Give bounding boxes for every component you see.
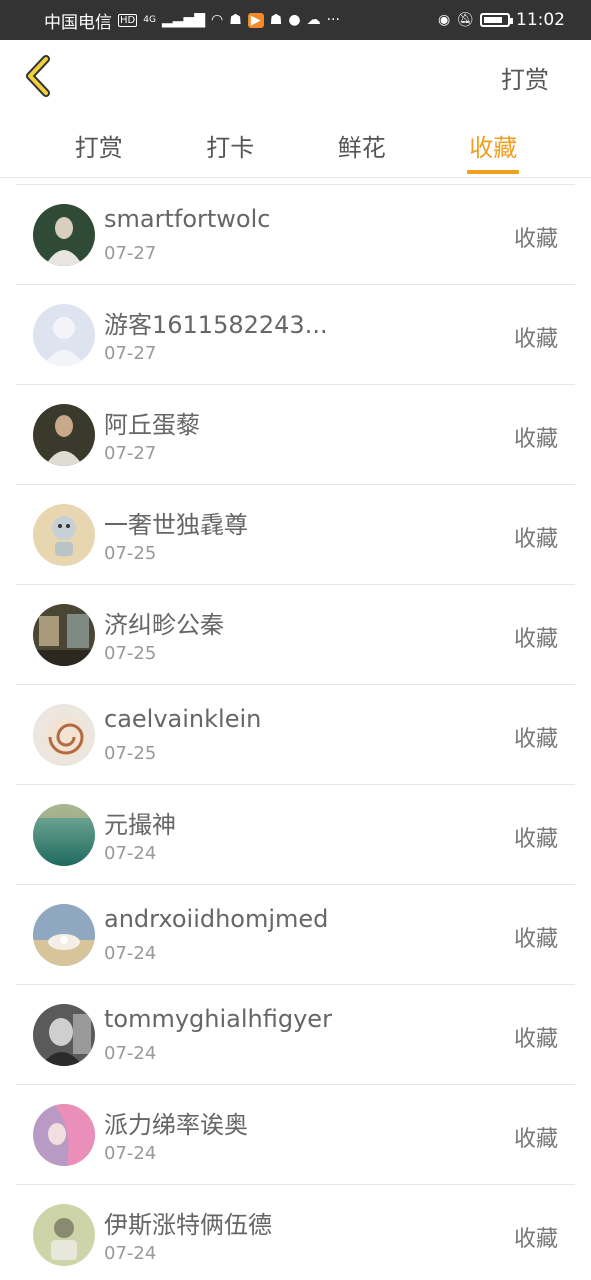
tab-reward[interactable]: 打赏 bbox=[33, 112, 165, 177]
favorite-label: 收藏 bbox=[513, 327, 558, 352]
favorite-label: 收藏 bbox=[513, 727, 558, 752]
date: 07-25 bbox=[104, 543, 157, 564]
signal-icon: ▂▃▅▇ bbox=[161, 12, 206, 28]
reward-header-button[interactable]: 打赏 bbox=[501, 60, 549, 95]
favorite-label: 收藏 bbox=[513, 427, 558, 452]
date: 07-27 bbox=[104, 343, 157, 364]
avatar bbox=[33, 604, 95, 666]
status-right: ◉ 🔕︎ 11:02 bbox=[438, 10, 565, 30]
avatar bbox=[33, 304, 95, 366]
date: 07-24 bbox=[104, 1243, 157, 1264]
tab-bar: 打赏 打卡 鲜花 收藏 bbox=[0, 112, 591, 178]
date: 07-25 bbox=[104, 643, 157, 664]
status-bar: 中国电信 HD 4G ▂▃▅▇ ◠ ☗ ▶ ☗ ● ☁ ··· ◉ 🔕︎ 11:… bbox=[0, 0, 591, 40]
user-name: 阿丘蛋藜 bbox=[104, 411, 200, 439]
date: 07-27 bbox=[104, 443, 157, 464]
avatar bbox=[33, 1204, 95, 1266]
list-item[interactable]: 派力绨率诶奥 07-24 收藏 bbox=[16, 1085, 575, 1185]
date: 07-24 bbox=[104, 843, 157, 864]
user-name: 游客1611582243... bbox=[104, 311, 328, 339]
avatar bbox=[33, 1004, 95, 1066]
user-name: 一奢世独毳尊 bbox=[104, 511, 248, 539]
chevron-left-icon bbox=[26, 55, 50, 97]
favorite-label: 收藏 bbox=[513, 627, 558, 652]
avatar bbox=[33, 704, 95, 766]
tab-favorites[interactable]: 收藏 bbox=[428, 112, 560, 177]
list-item[interactable]: caelvainklein 07-25 收藏 bbox=[16, 685, 575, 785]
favorite-label: 收藏 bbox=[513, 927, 558, 952]
avatar bbox=[33, 504, 95, 566]
tab-checkin[interactable]: 打卡 bbox=[165, 112, 297, 177]
clock: 11:02 bbox=[516, 10, 565, 30]
user-name: andrxoiidhomjmed bbox=[104, 905, 329, 933]
hd-icon: HD bbox=[118, 13, 138, 27]
favorites-list: smartfortwolc 07-27 收藏 游客1611582243... 0… bbox=[16, 185, 575, 1280]
list-item[interactable]: 元撮神 07-24 收藏 bbox=[16, 785, 575, 885]
favorite-label: 收藏 bbox=[513, 1027, 558, 1052]
date: 07-24 bbox=[104, 1043, 157, 1064]
date: 07-24 bbox=[104, 1143, 157, 1164]
user-name: tommyghialhfigyer bbox=[104, 1005, 332, 1033]
tab-active-indicator bbox=[467, 170, 520, 174]
carrier-label: 中国电信 bbox=[44, 12, 112, 33]
qq-icon-2: ☗ bbox=[269, 12, 283, 28]
list-item[interactable]: 阿丘蛋藜 07-27 收藏 bbox=[16, 385, 575, 485]
weather-icon: ☁ bbox=[306, 12, 321, 28]
favorite-label: 收藏 bbox=[513, 1127, 558, 1152]
tab-label: 收藏 bbox=[469, 134, 518, 162]
favorite-label: 收藏 bbox=[513, 1227, 558, 1252]
user-name: 济纠畛公秦 bbox=[104, 611, 224, 639]
tab-label: 打卡 bbox=[206, 134, 255, 162]
avatar bbox=[33, 1104, 95, 1166]
eye-icon: ◉ bbox=[438, 12, 451, 28]
avatar bbox=[33, 904, 95, 966]
list-item[interactable]: 一奢世独毳尊 07-25 收藏 bbox=[16, 485, 575, 585]
date: 07-24 bbox=[104, 943, 157, 964]
avatar bbox=[33, 804, 95, 866]
list-item[interactable]: 游客1611582243... 07-27 收藏 bbox=[16, 285, 575, 385]
qq-icon: ☗ bbox=[229, 12, 242, 28]
status-left: 中国电信 HD 4G ▂▃▅▇ ◠ ☗ ▶ ☗ ● ☁ ··· bbox=[44, 8, 340, 33]
favorite-label: 收藏 bbox=[513, 827, 558, 852]
list-item[interactable]: 济纠畛公秦 07-25 收藏 bbox=[16, 585, 575, 685]
user-name: smartfortwolc bbox=[104, 205, 271, 233]
list-item[interactable]: tommyghialhfigyer 07-24 收藏 bbox=[16, 985, 575, 1085]
back-button[interactable] bbox=[22, 54, 58, 98]
wechat-icon: ● bbox=[288, 12, 301, 28]
tab-label: 鲜花 bbox=[337, 134, 386, 162]
avatar bbox=[33, 404, 95, 466]
video-app-icon: ▶ bbox=[247, 12, 264, 28]
avatar bbox=[33, 204, 95, 266]
list-item[interactable]: andrxoiidhomjmed 07-24 收藏 bbox=[16, 885, 575, 985]
user-name: 元撮神 bbox=[104, 811, 176, 839]
tab-flowers[interactable]: 鲜花 bbox=[296, 112, 428, 177]
tab-label: 打赏 bbox=[74, 134, 123, 162]
user-name: 派力绨率诶奥 bbox=[104, 1111, 248, 1139]
network-type-icon: 4G bbox=[143, 15, 156, 25]
app-header: 打赏 bbox=[0, 40, 591, 112]
mute-bell-icon: 🔕︎ bbox=[456, 12, 474, 28]
wifi-icon: ◠ bbox=[211, 12, 224, 28]
date: 07-27 bbox=[104, 243, 157, 264]
battery-icon bbox=[480, 13, 513, 27]
favorite-label: 收藏 bbox=[513, 527, 558, 552]
date: 07-25 bbox=[104, 743, 157, 764]
user-name: 伊斯涨特俩伍德 bbox=[104, 1211, 272, 1239]
favorite-label: 收藏 bbox=[513, 227, 558, 252]
user-name: caelvainklein bbox=[104, 705, 262, 733]
list-item[interactable]: smartfortwolc 07-27 收藏 bbox=[16, 185, 575, 285]
more-icon: ··· bbox=[326, 12, 340, 28]
list-item[interactable]: 伊斯涨特俩伍德 07-24 收藏 bbox=[16, 1185, 575, 1280]
